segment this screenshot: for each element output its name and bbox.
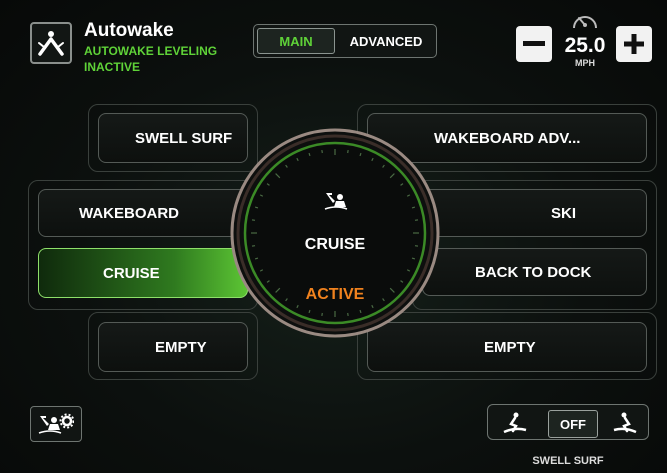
mode-label: EMPTY [484,338,536,356]
rider-settings-icon [38,413,74,434]
mode-wakeboard-button[interactable]: WAKEBOARD [38,189,248,237]
rider-settings-button[interactable] [30,406,82,442]
mode-back-to-dock-button[interactable]: BACK TO DOCK [422,248,647,296]
leveling-status: INACTIVE [84,60,141,74]
mode-cruise-button[interactable]: CRUISE [38,248,248,298]
mode-label: WAKEBOARD [79,204,179,222]
view-tabs: MAIN ADVANCED [253,24,437,58]
mode-label: CRUISE [103,264,160,282]
autowake-logo-icon[interactable] [30,22,72,64]
surf-right-icon[interactable] [612,412,638,434]
speed-increase-button[interactable] [616,26,652,62]
mode-label: WAKEBOARD ADV... [434,129,581,147]
speedometer-icon [573,16,597,29]
tab-main[interactable]: MAIN [257,28,335,54]
speed-unit: MPH [575,58,595,68]
mode-ski-button[interactable]: SKI [422,189,647,237]
mode-label: BACK TO DOCK [475,263,592,281]
mode-label: EMPTY [155,338,207,356]
mode-swell-surf-button[interactable]: SWELL SURF [98,113,248,163]
surf-side-label: SWELL SURF [532,455,604,467]
page-title: Autowake [84,20,174,41]
surf-off-button[interactable]: OFF [548,410,598,438]
dial-ring [230,128,440,338]
speed-value: 25.0 [564,34,606,57]
dial-mode-label: CRUISE [304,236,366,253]
mode-dial[interactable]: CRUISE ACTIVE [230,128,440,338]
mode-empty-left-button[interactable]: EMPTY [98,322,248,372]
speed-control: 25.0 MPH [516,16,652,68]
mode-label: SWELL SURF [135,129,233,147]
dial-status-label: ACTIVE [305,286,365,303]
surf-side-toggle: OFF [487,404,649,440]
rider-icon [324,193,348,210]
speed-decrease-button[interactable] [516,26,552,62]
tab-advanced[interactable]: ADVANCED [338,28,434,54]
surf-left-icon[interactable] [502,412,528,434]
leveling-label: AUTOWAKE LEVELING [84,44,218,58]
mode-label: SKI [551,204,577,222]
